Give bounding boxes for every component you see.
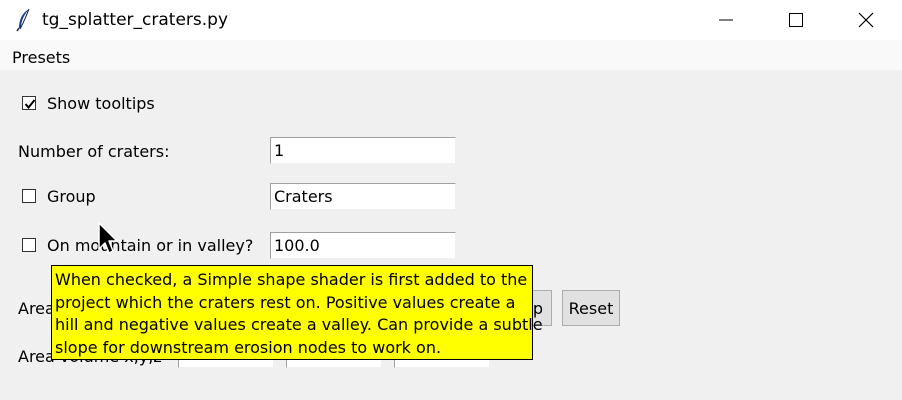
group-name-input[interactable]: Craters	[270, 183, 456, 210]
mouse-cursor-icon	[98, 222, 120, 260]
maximize-icon	[789, 13, 803, 27]
window-title: tg_splatter_craters.py	[42, 10, 229, 30]
feather-icon	[14, 8, 34, 32]
num-craters-label: Number of craters:	[18, 142, 170, 161]
menu-bar: Presets	[0, 40, 902, 70]
reset-button-label: Reset	[568, 298, 614, 318]
tooltip: When checked, a Simple shape shader is f…	[51, 265, 543, 360]
window-titlebar[interactable]: tg_splatter_craters.py	[0, 0, 902, 40]
close-button[interactable]	[833, 0, 899, 40]
tooltip-line: slope for downstream erosion nodes to wo…	[55, 337, 442, 357]
reset-button[interactable]: Reset	[562, 290, 620, 326]
on-mountain-checkbox[interactable]	[22, 238, 36, 252]
menu-presets[interactable]: Presets	[12, 48, 70, 67]
tooltip-line: hill and negative values create a valley…	[55, 315, 543, 334]
checkmark-icon	[24, 99, 36, 110]
group-checkbox[interactable]	[22, 189, 36, 203]
group-label: Group	[47, 187, 96, 206]
on-mountain-label: On mountain or in valley?	[47, 236, 254, 255]
tooltip-line: When checked, a Simple shape shader is f…	[55, 270, 528, 289]
minimize-icon	[719, 13, 733, 27]
area-label: Area	[18, 299, 55, 318]
maximize-button[interactable]	[763, 0, 829, 40]
mountain-height-input[interactable]: 100.0	[270, 232, 456, 259]
show-tooltips-label: Show tooltips	[47, 94, 155, 113]
show-tooltips-checkbox[interactable]	[22, 96, 36, 110]
close-icon	[858, 12, 874, 28]
tooltip-line: project which the craters rest on. Posit…	[55, 292, 516, 312]
num-craters-input[interactable]: 1	[270, 137, 456, 164]
minimize-button[interactable]	[693, 0, 759, 40]
